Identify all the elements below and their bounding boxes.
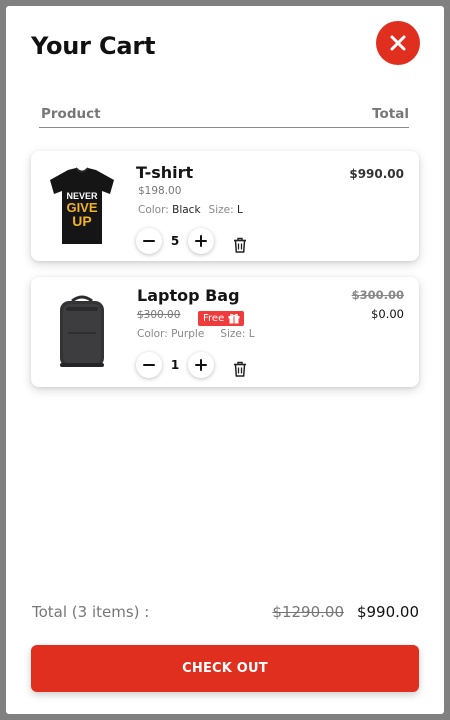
increase-quantity-button[interactable] — [188, 352, 214, 378]
cart-total: $990.00 — [356, 603, 419, 621]
plus-icon — [195, 235, 207, 247]
size-label: Size: — [208, 204, 234, 216]
delete-item-icon[interactable] — [233, 237, 247, 253]
quantity-stepper: 1 — [136, 352, 214, 378]
minus-icon — [143, 240, 155, 242]
decrease-quantity-button[interactable] — [136, 352, 162, 378]
cart-panel: Your Cart Product Total NEVER GIVE UP T-… — [6, 6, 444, 714]
item-attributes: Color: Purple Size: L — [137, 328, 255, 340]
free-badge-label: Free — [203, 313, 225, 324]
increase-quantity-button[interactable] — [188, 228, 214, 254]
gift-icon — [228, 313, 240, 324]
color-label: Color: — [137, 328, 168, 340]
color-label: Color: — [138, 204, 169, 216]
free-badge: Free — [198, 311, 245, 326]
size-label: Size: — [220, 328, 246, 340]
item-original-line-total: $300.00 — [351, 288, 404, 302]
total-items-label: Total (3 items) : — [32, 603, 150, 621]
size-value: L — [236, 204, 243, 216]
item-line-total: $0.00 — [371, 307, 404, 321]
shirt-print-up: UP — [72, 213, 91, 229]
quantity-value: 1 — [170, 358, 180, 372]
cart-title: Your Cart — [31, 32, 156, 60]
delete-item-icon[interactable] — [233, 361, 247, 377]
cart-item-tshirt: NEVER GIVE UP T-shirt $198.00 Color: Bla… — [31, 151, 419, 261]
item-unit-price: $198.00 — [138, 185, 182, 197]
plus-icon — [195, 359, 207, 371]
original-total: $1290.00 — [272, 603, 344, 621]
cart-table-header: Product Total — [39, 106, 409, 128]
minus-icon — [143, 364, 155, 366]
close-button[interactable] — [376, 21, 420, 65]
size-value: L — [248, 328, 255, 340]
quantity-value: 5 — [170, 234, 180, 248]
cart-item-laptop-bag: Laptop Bag $300.00 Free Color: Purple Siz… — [31, 277, 419, 387]
item-line-total: $990.00 — [349, 167, 404, 181]
product-column-header: Product — [41, 106, 101, 122]
item-name: T-shirt — [136, 163, 194, 182]
decrease-quantity-button[interactable] — [136, 228, 162, 254]
item-name: Laptop Bag — [137, 286, 240, 305]
item-unit-price: $300.00 — [137, 309, 181, 321]
close-icon — [390, 35, 406, 51]
backpack-image — [43, 291, 121, 373]
total-column-header: Total — [372, 106, 409, 122]
color-value: Black — [172, 204, 201, 216]
cart-summary: Total (3 items) : $1290.00 $990.00 — [32, 603, 419, 625]
tshirt-image: NEVER GIVE UP — [43, 165, 121, 247]
quantity-stepper: 5 — [136, 228, 214, 254]
item-attributes: Color: Black Size: L — [138, 204, 243, 216]
color-value: Purple — [171, 328, 205, 340]
checkout-button[interactable]: CHECK OUT — [31, 645, 419, 692]
